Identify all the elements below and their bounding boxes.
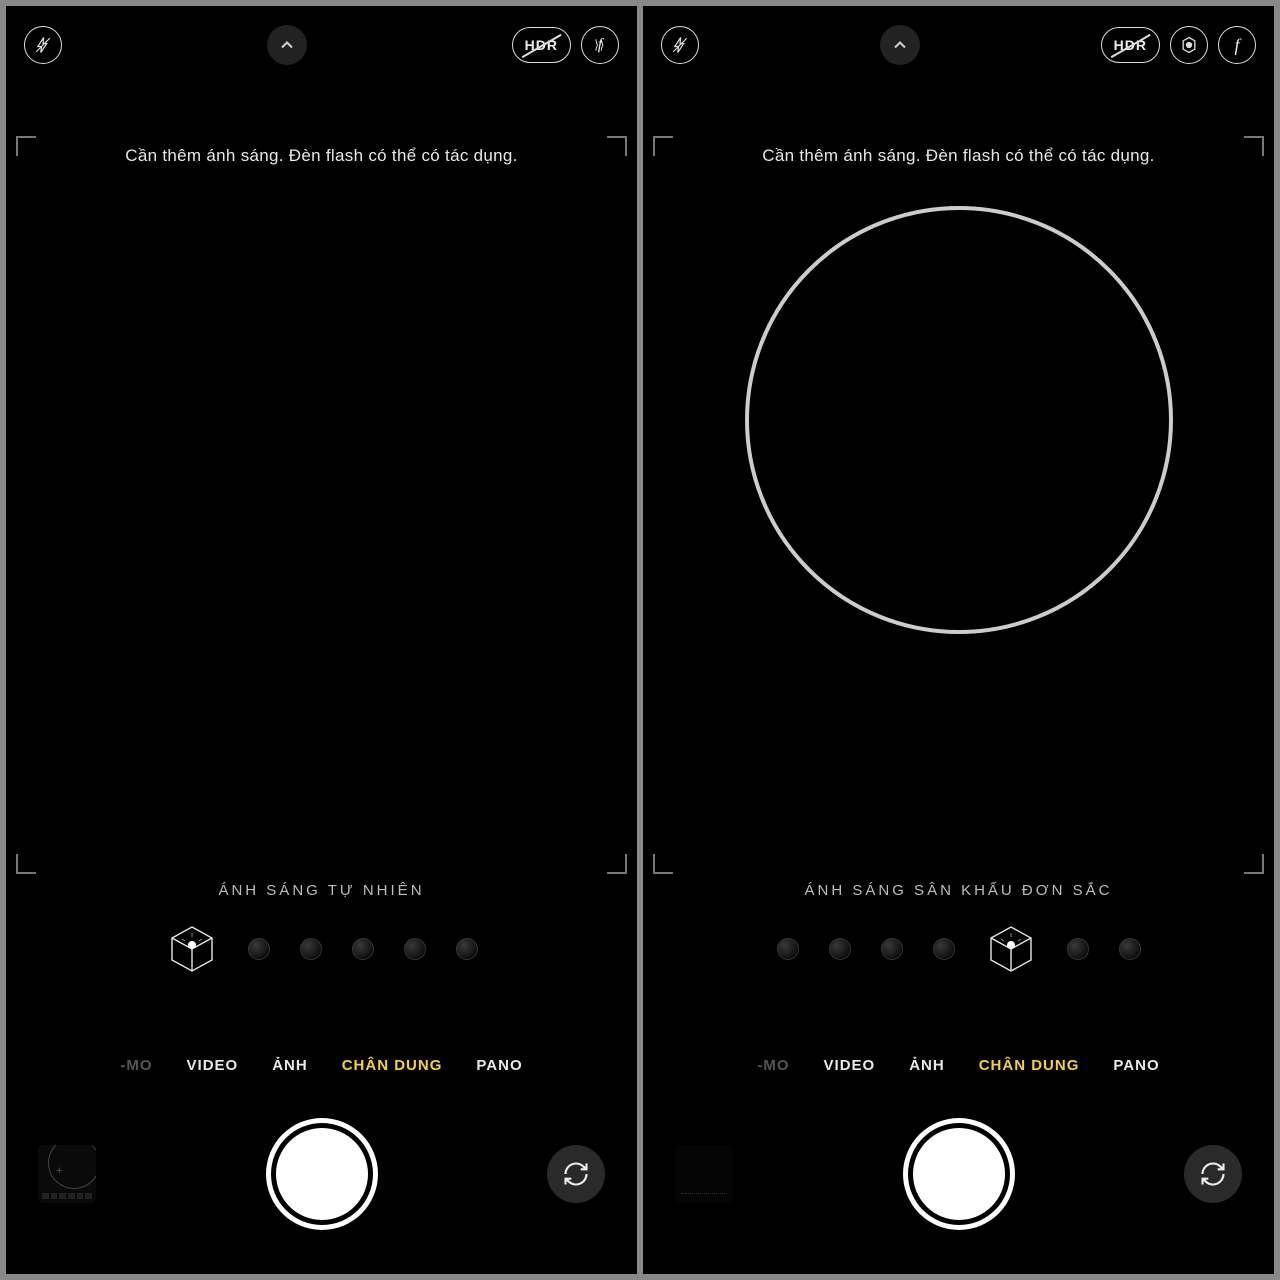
frame-corner bbox=[1244, 136, 1264, 156]
phone-right: HDR f Cần thêm ánh sáng. Đèn flash có th… bbox=[643, 6, 1274, 1274]
flash-off-icon[interactable] bbox=[661, 26, 699, 64]
lighting-dot[interactable] bbox=[404, 938, 426, 960]
mode-item[interactable]: ẢNH bbox=[272, 1057, 308, 1074]
lighting-dot[interactable] bbox=[1119, 938, 1141, 960]
frame-corner bbox=[16, 136, 36, 156]
lighting-dot[interactable] bbox=[456, 938, 478, 960]
lighting-mode-label: ÁNH SÁNG SÂN KHẤU ĐƠN SẮC bbox=[643, 882, 1274, 899]
top-toolbar: HDR f bbox=[6, 6, 637, 84]
lighting-intensity-button[interactable] bbox=[1170, 26, 1208, 64]
frame-corner bbox=[653, 136, 673, 156]
mode-item[interactable]: VIDEO bbox=[187, 1057, 239, 1074]
expand-controls-button[interactable] bbox=[880, 25, 920, 65]
lighting-carousel[interactable] bbox=[643, 914, 1274, 984]
photo-thumbnail[interactable] bbox=[675, 1145, 733, 1203]
bottom-bar bbox=[643, 1114, 1274, 1234]
shutter-button[interactable] bbox=[913, 1128, 1005, 1220]
camera-flip-button[interactable] bbox=[547, 1145, 605, 1203]
viewfinder-frame bbox=[16, 136, 627, 874]
mode-item[interactable]: PANO bbox=[1113, 1057, 1159, 1074]
expand-controls-button[interactable] bbox=[267, 25, 307, 65]
phone-left: HDR f Cần thêm ánh sáng. Đèn flash có th… bbox=[6, 6, 637, 1274]
face-detection-ring bbox=[745, 206, 1173, 634]
camera-modes[interactable]: -MO VIDEO ẢNH CHÂN DUNG PANO bbox=[643, 1057, 1274, 1074]
lighting-carousel[interactable] bbox=[6, 914, 637, 984]
top-toolbar: HDR f bbox=[643, 6, 1274, 84]
shutter-button[interactable] bbox=[276, 1128, 368, 1220]
flash-off-icon[interactable] bbox=[24, 26, 62, 64]
lighting-mode-label: ÁNH SÁNG TỰ NHIÊN bbox=[6, 882, 637, 899]
mode-item-active[interactable]: CHÂN DUNG bbox=[342, 1057, 443, 1074]
live-photo-button[interactable]: f bbox=[1218, 26, 1256, 64]
lighting-dot[interactable] bbox=[933, 938, 955, 960]
bottom-bar: + bbox=[6, 1114, 637, 1234]
hdr-label: HDR bbox=[525, 37, 558, 53]
frame-corner bbox=[653, 854, 673, 874]
live-photo-button[interactable]: f bbox=[581, 26, 619, 64]
lighting-dot[interactable] bbox=[777, 938, 799, 960]
mode-item[interactable]: ẢNH bbox=[909, 1057, 945, 1074]
lighting-cube-icon[interactable] bbox=[985, 923, 1037, 975]
lighting-dot[interactable] bbox=[300, 938, 322, 960]
lighting-dot[interactable] bbox=[1067, 938, 1089, 960]
frame-corner bbox=[1244, 854, 1264, 874]
photo-thumbnail[interactable]: + bbox=[38, 1145, 96, 1203]
mode-item-active[interactable]: CHÂN DUNG bbox=[979, 1057, 1080, 1074]
lighting-dot[interactable] bbox=[248, 938, 270, 960]
mode-item[interactable]: VIDEO bbox=[824, 1057, 876, 1074]
lighting-cube-icon[interactable] bbox=[166, 923, 218, 975]
lighting-dot[interactable] bbox=[829, 938, 851, 960]
camera-flip-button[interactable] bbox=[1184, 1145, 1242, 1203]
mode-item[interactable]: PANO bbox=[476, 1057, 522, 1074]
frame-corner bbox=[607, 854, 627, 874]
hdr-label: HDR bbox=[1114, 37, 1147, 53]
side-by-side-container: HDR f Cần thêm ánh sáng. Đèn flash có th… bbox=[0, 0, 1280, 1280]
frame-corner bbox=[16, 854, 36, 874]
lighting-dot[interactable] bbox=[352, 938, 374, 960]
camera-modes[interactable]: -MO VIDEO ẢNH CHÂN DUNG PANO bbox=[6, 1057, 637, 1074]
hdr-off-button[interactable]: HDR bbox=[512, 27, 571, 63]
frame-corner bbox=[607, 136, 627, 156]
mode-item-dim[interactable]: -MO bbox=[120, 1057, 152, 1074]
mode-item-dim[interactable]: -MO bbox=[757, 1057, 789, 1074]
lighting-dot[interactable] bbox=[881, 938, 903, 960]
hdr-off-button[interactable]: HDR bbox=[1101, 27, 1160, 63]
